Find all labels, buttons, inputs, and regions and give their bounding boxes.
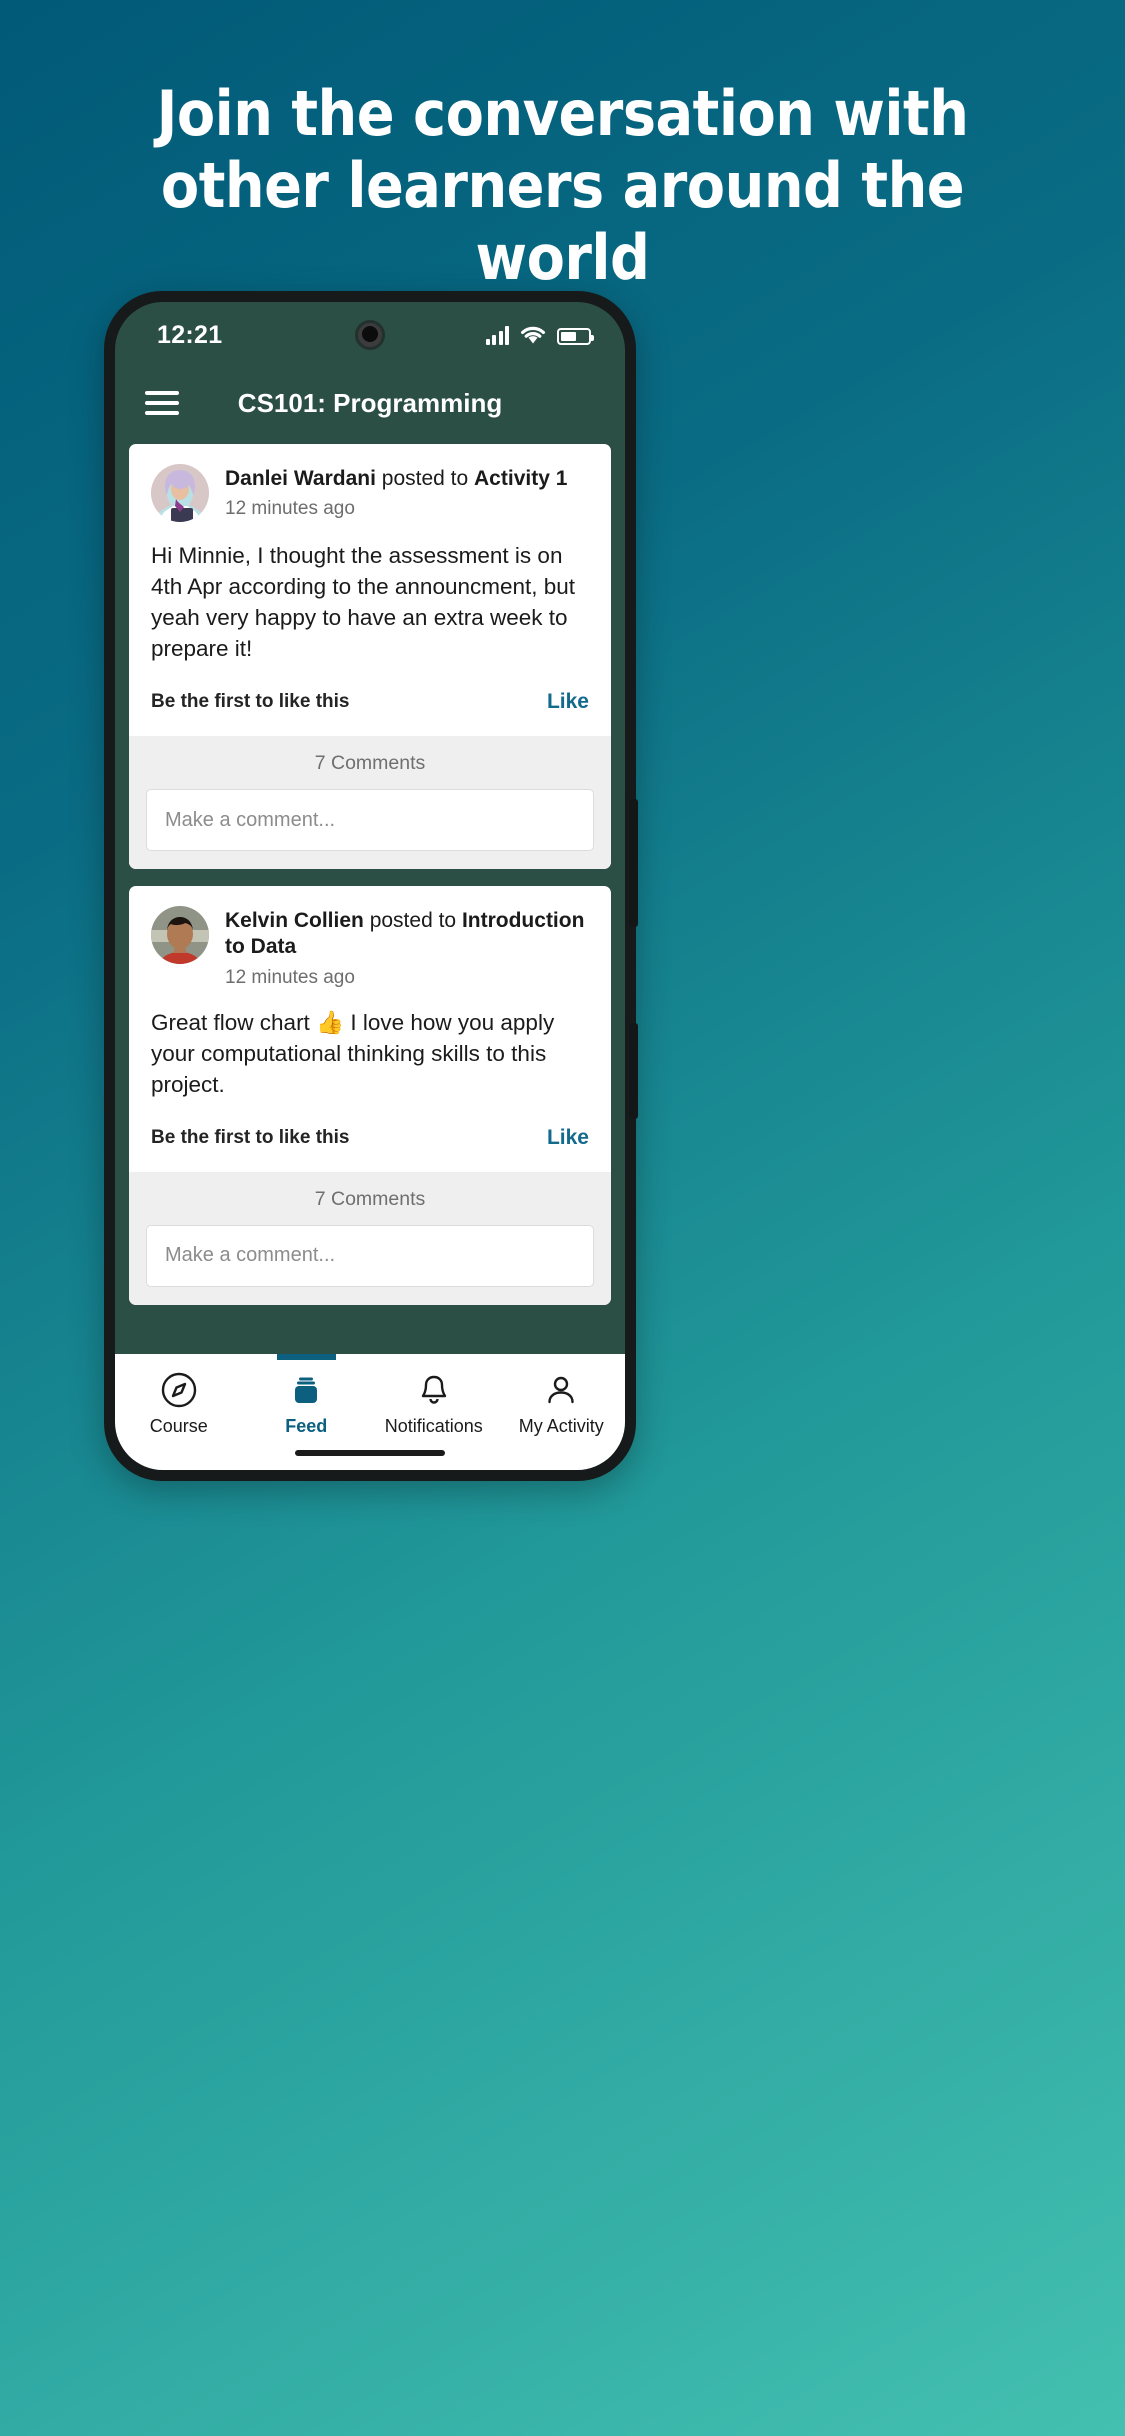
comment-box: Make a comment... [129,1224,611,1305]
comment-box: Make a comment... [129,789,611,870]
nav-label: Notifications [384,1416,483,1436]
power-button[interactable] [629,799,638,927]
feed-stack-icon [243,1370,371,1410]
phone-mockup: 12:21 CS101: Programming Danlei Wardani … [104,291,638,1481]
like-row: Be the first to like this Like [129,1100,611,1172]
post-action: posted to [381,467,469,490]
status-clock: 12:21 [157,320,223,349]
post-header: Kelvin Collien posted to Introduction to… [129,886,611,993]
feed-list[interactable]: Danlei Wardani posted to Activity 1 12 m… [115,438,625,1354]
like-row: Be the first to like this Like [129,664,611,736]
like-button[interactable]: Like [547,1126,589,1150]
person-icon [498,1370,626,1410]
volume-button[interactable] [629,1023,638,1119]
promo-headline: Join the conversation with other learner… [156,77,969,294]
post-timestamp: 12 minutes ago [225,966,355,988]
post-card: Danlei Wardani posted to Activity 1 12 m… [129,444,611,870]
nav-item-notifications[interactable]: Notifications [370,1354,498,1437]
wifi-icon [521,326,545,344]
post-attribution: Danlei Wardani posted to Activity 1 [225,466,567,492]
bell-icon [370,1370,498,1410]
post-author[interactable]: Kelvin Collien [225,909,364,932]
nav-item-course[interactable]: Course [115,1354,243,1437]
post-body: Hi Minnie, I thought the assessment is o… [151,543,576,662]
status-bar: 12:21 [115,302,625,368]
comments-count[interactable]: 7 Comments [129,1171,611,1225]
nav-item-feed[interactable]: Feed [243,1354,371,1437]
post-timestamp: 12 minutes ago [225,498,355,520]
like-button[interactable]: Like [547,690,589,714]
battery-icon [557,328,594,345]
cellular-signal-icon [485,325,509,345]
comment-input[interactable]: Make a comment... [146,1224,594,1287]
page-title: CS101: Programming [237,387,503,418]
nav-label: My Activity [518,1416,604,1436]
phone-screen: 12:21 CS101: Programming Danlei Wardani … [115,302,625,1470]
post-target[interactable]: Activity 1 [474,467,567,490]
post-author[interactable]: Danlei Wardani [225,467,376,490]
status-icons [485,325,594,345]
hamburger-menu-icon[interactable] [145,385,179,421]
home-indicator[interactable] [295,1450,445,1456]
post-action: posted to [369,909,457,933]
nav-label: Feed [285,1416,328,1436]
comment-input[interactable]: Make a comment... [146,789,594,852]
post-body: Great flow chart 👍 I love how you apply … [151,1009,555,1097]
avatar[interactable] [151,464,209,522]
comments-count[interactable]: 7 Comments [129,736,611,790]
like-status: Be the first to like this [151,691,350,713]
avatar[interactable] [151,906,209,965]
post-attribution: Kelvin Collien posted to Introduction to… [225,908,589,961]
nav-item-my-activity[interactable]: My Activity [498,1354,626,1437]
app-bar: CS101: Programming [115,368,625,438]
compass-icon [115,1370,243,1410]
post-header: Danlei Wardani posted to Activity 1 12 m… [129,444,611,526]
front-camera [355,320,385,350]
bottom-navigation: Course Feed Notifications My Activity [115,1354,625,1470]
post-meta: Danlei Wardani posted to Activity 1 12 m… [225,464,567,522]
post-card: Kelvin Collien posted to Introduction to… [129,886,611,1305]
nav-label: Course [149,1416,208,1436]
post-meta: Kelvin Collien posted to Introduction to… [225,906,589,989]
like-status: Be the first to like this [151,1126,350,1148]
